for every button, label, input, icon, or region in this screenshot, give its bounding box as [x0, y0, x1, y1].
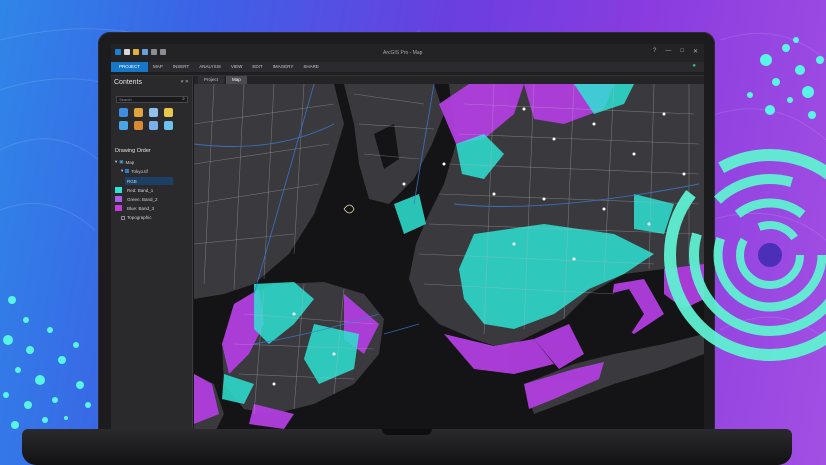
- expand-icon[interactable]: ▾: [121, 168, 123, 174]
- list-by-snapping-icon[interactable]: [119, 121, 128, 130]
- maximize-button[interactable]: □: [680, 48, 684, 55]
- list-by-labeling-icon[interactable]: [134, 121, 143, 130]
- tab-map[interactable]: MAP: [148, 62, 168, 72]
- list-by-perspective-icon[interactable]: [149, 121, 158, 130]
- tab-imagery[interactable]: IMAGERY: [268, 62, 299, 72]
- redo-icon[interactable]: [160, 49, 166, 55]
- legend-blue-band: Blue: Band_3: [115, 205, 154, 211]
- contents-pane: Contents ▾ ✕ Search ⌕ Drawing Order ▾ ▣ …: [111, 76, 193, 434]
- legend-label: Blue: Band_3: [127, 205, 155, 211]
- list-by-selection-icon[interactable]: [149, 108, 158, 117]
- tab-view[interactable]: VIEW: [226, 62, 248, 72]
- layer-label: Tokyo.tif: [131, 168, 148, 174]
- layer-label: Map: [125, 159, 135, 165]
- quick-access-toolbar: [115, 49, 166, 55]
- layer-rgb[interactable]: RGB: [125, 177, 173, 185]
- legend-label: Green: Band_2: [127, 196, 158, 202]
- tab-map-view[interactable]: Map: [226, 76, 247, 84]
- app-window: ArcGIS Pro - Map ? — □ ✕ PROJECT MAP INS…: [111, 44, 704, 434]
- search-icon[interactable]: ⌕: [182, 97, 185, 102]
- contents-search-input[interactable]: Search ⌕: [116, 96, 188, 103]
- new-project-icon[interactable]: [124, 49, 130, 55]
- legend-swatch-red: [115, 187, 122, 193]
- undo-icon[interactable]: [151, 49, 157, 55]
- tab-project-view[interactable]: Project: [198, 76, 225, 84]
- open-folder-icon[interactable]: [133, 49, 139, 55]
- layer-visibility-checkbox[interactable]: [121, 215, 125, 220]
- tab-edit[interactable]: EDIT: [247, 62, 267, 72]
- map-view[interactable]: [194, 84, 704, 434]
- close-button[interactable]: ✕: [693, 48, 698, 55]
- layer-tokyo-tif[interactable]: ▾ Tokyo.tif: [121, 168, 148, 174]
- expand-icon[interactable]: ▾: [115, 159, 117, 165]
- layer-visibility-checkbox[interactable]: [125, 169, 130, 173]
- search-placeholder: Search: [119, 97, 132, 102]
- app-logo-icon: [115, 49, 121, 55]
- drawing-order-label: Drawing Order: [115, 148, 151, 154]
- title-bar: ArcGIS Pro - Map ? — □ ✕: [111, 44, 704, 62]
- legend-green-band: Green: Band_2: [115, 196, 158, 202]
- layer-topographic[interactable]: Topographic: [121, 215, 152, 220]
- contents-toolbar: [119, 108, 175, 130]
- laptop-base: [22, 429, 792, 465]
- layer-label: RGB: [127, 178, 137, 184]
- tab-share[interactable]: SHARE: [298, 62, 324, 72]
- help-icon[interactable]: ?: [653, 48, 656, 55]
- list-by-charts-icon[interactable]: [164, 121, 173, 130]
- tab-analysis[interactable]: ANALYSIS: [194, 62, 226, 72]
- view-tab-bar: Project Map: [194, 76, 704, 84]
- ribbon-tab-bar: PROJECT MAP INSERT ANALYSIS VIEW EDIT IM…: [111, 62, 704, 72]
- save-icon[interactable]: [142, 49, 148, 55]
- legend-red-band: Red: Band_1: [115, 187, 153, 193]
- pane-title: Contents: [114, 79, 143, 86]
- layer-label: Topographic: [127, 215, 152, 220]
- list-by-drawing-order-icon[interactable]: [119, 108, 128, 117]
- app-title: ArcGIS Pro - Map: [383, 50, 423, 56]
- map-icon: ▣: [119, 159, 124, 164]
- map-canvas[interactable]: [194, 84, 704, 434]
- user-account-icon[interactable]: ●: [692, 63, 696, 69]
- pane-controls[interactable]: ▾ ✕: [181, 79, 189, 85]
- legend-swatch-green: [115, 196, 122, 202]
- minimize-button[interactable]: —: [665, 48, 671, 55]
- legend-label: Red: Band_1: [127, 187, 154, 193]
- laptop-notch: [382, 429, 432, 435]
- list-by-source-icon[interactable]: [134, 108, 143, 117]
- tab-project[interactable]: PROJECT: [111, 62, 149, 72]
- legend-swatch-blue: [115, 205, 122, 211]
- window-controls: ? — □ ✕: [653, 48, 698, 55]
- list-by-editing-icon[interactable]: [164, 108, 173, 117]
- layer-map[interactable]: ▾ ▣ Map: [115, 159, 134, 165]
- tab-insert[interactable]: INSERT: [168, 62, 194, 72]
